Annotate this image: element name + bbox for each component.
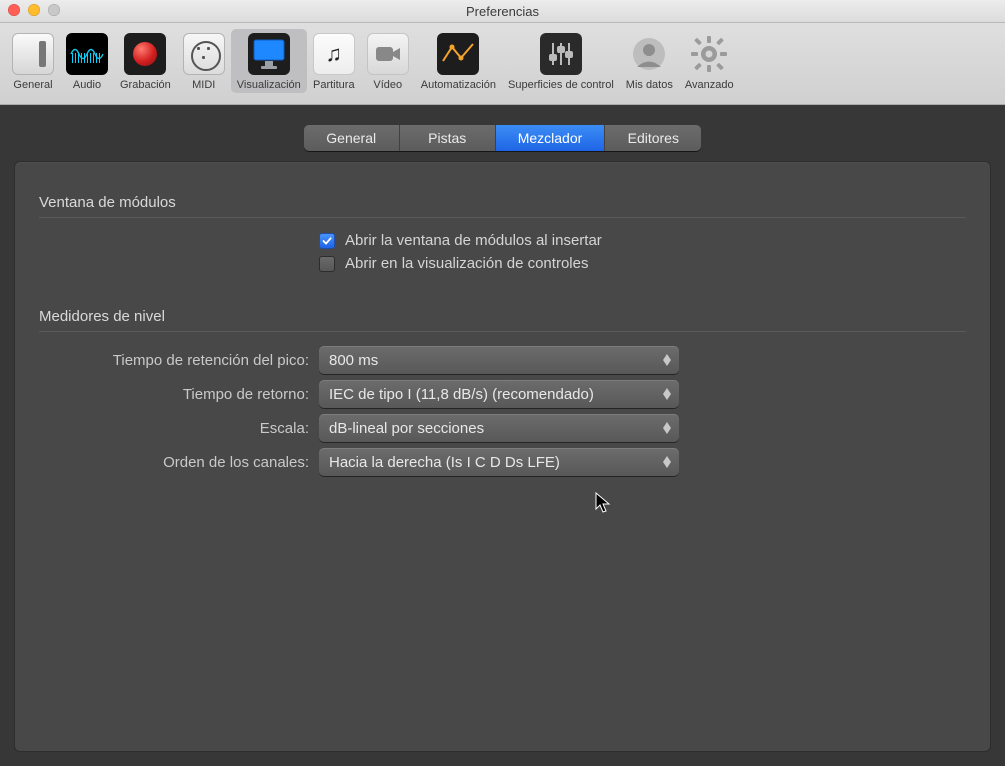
popup-value: IEC de tipo I (11,8 dB/s) (recomendado) [329,386,594,403]
content-area: General Pistas Mezclador Editores Ventan… [0,105,1005,766]
camera-icon [367,33,409,75]
toolbar-label: Audio [73,79,101,91]
divider [39,331,966,332]
section-title-meters: Medidores de nivel [39,308,966,325]
updown-icon [659,349,675,371]
midi-icon [183,33,225,75]
toolbar-item-automation[interactable]: Automatización [415,29,502,93]
window-zoom-button[interactable] [48,4,60,16]
user-icon [628,33,670,75]
updown-icon [659,417,675,439]
toolbar-label: Visualización [237,79,301,91]
toolbar-label: General [13,79,52,91]
popup-value: dB-lineal por secciones [329,420,484,437]
toolbar-item-score[interactable]: ♫ Partitura [307,29,361,93]
toolbar-item-midi[interactable]: MIDI [177,29,231,93]
toolbar-label: Superficies de control [508,79,614,91]
gear-icon [688,33,730,75]
toolbar-item-video[interactable]: Vídeo [361,29,415,93]
display-subtabs: General Pistas Mezclador Editores [304,125,702,151]
popup-scale[interactable]: dB-lineal por secciones [319,414,679,442]
window-minimize-button[interactable] [28,4,40,16]
automation-icon [437,33,479,75]
updown-icon [659,451,675,473]
music-note-icon: ♫ [313,33,355,75]
toolbar-label: Vídeo [373,79,402,91]
label-channel-order: Orden de los canales: [39,454,319,471]
subtab-mixer[interactable]: Mezclador [496,125,606,151]
toolbar-label: Automatización [421,79,496,91]
divider [39,217,966,218]
display-icon [248,33,290,75]
mixer-prefs-panel: Ventana de módulos Abrir la ventana de m… [14,161,991,752]
checkbox-open-plugin-window-on-insert[interactable] [319,233,335,249]
traffic-lights [8,4,60,16]
toolbar-item-my-info[interactable]: Mis datos [620,29,679,93]
cursor-icon [595,492,613,516]
window-title: Preferencias [466,4,539,19]
toolbar-item-control-surfaces[interactable]: Superficies de control [502,29,620,93]
label-return-time: Tiempo de retorno: [39,386,319,403]
checkbox-label: Abrir la ventana de módulos al insertar [345,232,602,249]
popup-return-time[interactable]: IEC de tipo I (11,8 dB/s) (recomendado) [319,380,679,408]
toolbar-item-advanced[interactable]: Avanzado [679,29,740,93]
toolbar-label: Partitura [313,79,355,91]
toolbar-label: Mis datos [626,79,673,91]
popup-value: Hacia la derecha (Is I C D Ds LFE) [329,454,560,471]
toolbar-item-recording[interactable]: Grabación [114,29,177,93]
subtab-editors[interactable]: Editores [605,125,701,151]
popup-peak-hold-time[interactable]: 800 ms [319,346,679,374]
toolbar-item-display[interactable]: Visualización [231,29,307,93]
toolbar-label: Avanzado [685,79,734,91]
titlebar: Preferencias [0,0,1005,23]
preferences-toolbar: General Audio Grabación MIDI Visualizaci… [0,23,1005,105]
label-scale: Escala: [39,420,319,437]
record-icon [124,33,166,75]
preferences-window: Preferencias General Audio Grabación MID… [0,0,1005,766]
faders-icon [540,33,582,75]
checkbox-label: Abrir en la visualización de controles [345,255,588,272]
waveform-icon [66,33,108,75]
popup-channel-order[interactable]: Hacia la derecha (Is I C D Ds LFE) [319,448,679,476]
label-peak-hold: Tiempo de retención del pico: [39,352,319,369]
subtab-general[interactable]: General [304,125,400,151]
section-title-modules: Ventana de módulos [39,194,966,211]
window-close-button[interactable] [8,4,20,16]
toolbar-label: MIDI [192,79,215,91]
subtab-tracks[interactable]: Pistas [400,125,496,151]
toolbar-item-audio[interactable]: Audio [60,29,114,93]
toolbar-label: Grabación [120,79,171,91]
updown-icon [659,383,675,405]
checkbox-open-in-controls-view[interactable] [319,256,335,272]
popup-value: 800 ms [329,352,378,369]
switch-icon [12,33,54,75]
toolbar-item-general[interactable]: General [6,29,60,93]
